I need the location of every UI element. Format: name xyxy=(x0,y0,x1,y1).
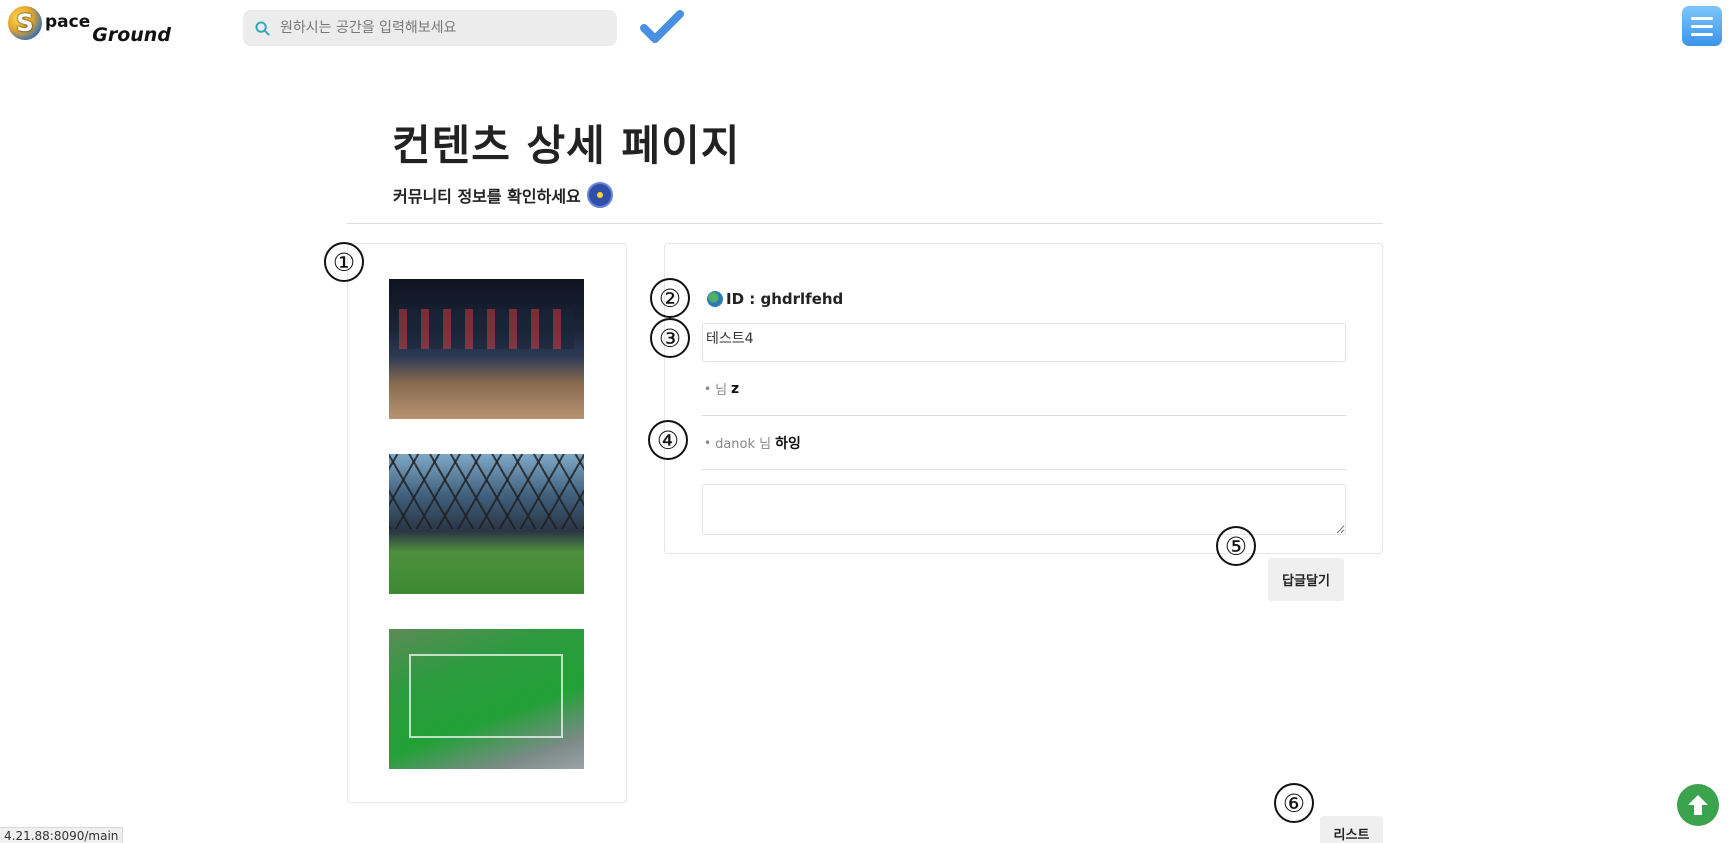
annotation-marker-5: ⑤ xyxy=(1216,526,1256,566)
reply-text: z xyxy=(731,380,740,397)
page-title: 컨텐츠 상세 페이지 xyxy=(392,121,741,170)
reply-bullet: • xyxy=(704,381,712,396)
post-content: 테스트4 xyxy=(702,323,1346,362)
post-detail-panel: ID : ghdrlfehd 테스트4 • 님 z • danok 님 하잉 xyxy=(664,243,1383,554)
menu-bar-icon xyxy=(1691,16,1713,20)
globe-icon xyxy=(707,291,723,307)
logo[interactable]: S pace Ground xyxy=(8,6,178,50)
venue-photo-indoor-court[interactable] xyxy=(389,279,584,419)
title-divider xyxy=(347,223,1383,224)
logo-text-space: pace xyxy=(45,12,91,32)
page-subtitle: 커뮤니티 정보를 확인하세요 xyxy=(393,182,613,208)
reply-item: • danok 님 하잉 xyxy=(702,416,1346,470)
annotation-marker-3: ③ xyxy=(650,318,690,358)
image-gallery-panel xyxy=(347,243,627,803)
checkmark-button[interactable] xyxy=(640,8,684,46)
hamburger-menu-button[interactable] xyxy=(1682,6,1722,46)
venue-photo-outdoor-futsal[interactable] xyxy=(389,629,584,769)
annotation-marker-2: ② xyxy=(650,278,690,318)
scroll-to-top-button[interactable] xyxy=(1677,784,1719,826)
search-bar[interactable] xyxy=(243,10,617,46)
venue-photo-indoor-field[interactable] xyxy=(389,454,584,594)
annotation-marker-1: ① xyxy=(324,242,364,282)
reply-input[interactable] xyxy=(702,484,1346,535)
author-id: ID : ghdrlfehd xyxy=(726,290,844,308)
search-icon xyxy=(255,20,270,36)
reply-button[interactable]: 답글달기 xyxy=(1268,558,1344,601)
logo-text-ground: Ground xyxy=(92,24,171,46)
subtitle-text: 커뮤니티 정보를 확인하세요 xyxy=(393,187,581,206)
arrow-up-icon xyxy=(1688,795,1708,815)
reply-user: 님 xyxy=(715,383,728,398)
post-author: ID : ghdrlfehd xyxy=(707,290,843,308)
reply-text: 하잉 xyxy=(775,435,801,452)
reply-user: danok 님 xyxy=(715,437,772,452)
reply-bullet: • xyxy=(704,435,712,450)
annotation-marker-4: ④ xyxy=(648,420,688,460)
menu-bar-icon xyxy=(1691,24,1713,28)
list-button[interactable]: 리스트 xyxy=(1320,816,1383,843)
annotation-marker-6: ⑥ xyxy=(1274,783,1314,823)
logo-s-mark: S xyxy=(8,6,42,40)
status-url: 4.21.88:8090/main xyxy=(0,827,124,843)
search-input[interactable] xyxy=(278,19,598,37)
reply-item: • 님 z xyxy=(702,362,1346,416)
menu-bar-icon xyxy=(1691,32,1713,36)
planet-icon xyxy=(586,182,613,208)
checkmark-icon xyxy=(640,10,684,43)
header: S pace Ground xyxy=(0,0,1734,60)
